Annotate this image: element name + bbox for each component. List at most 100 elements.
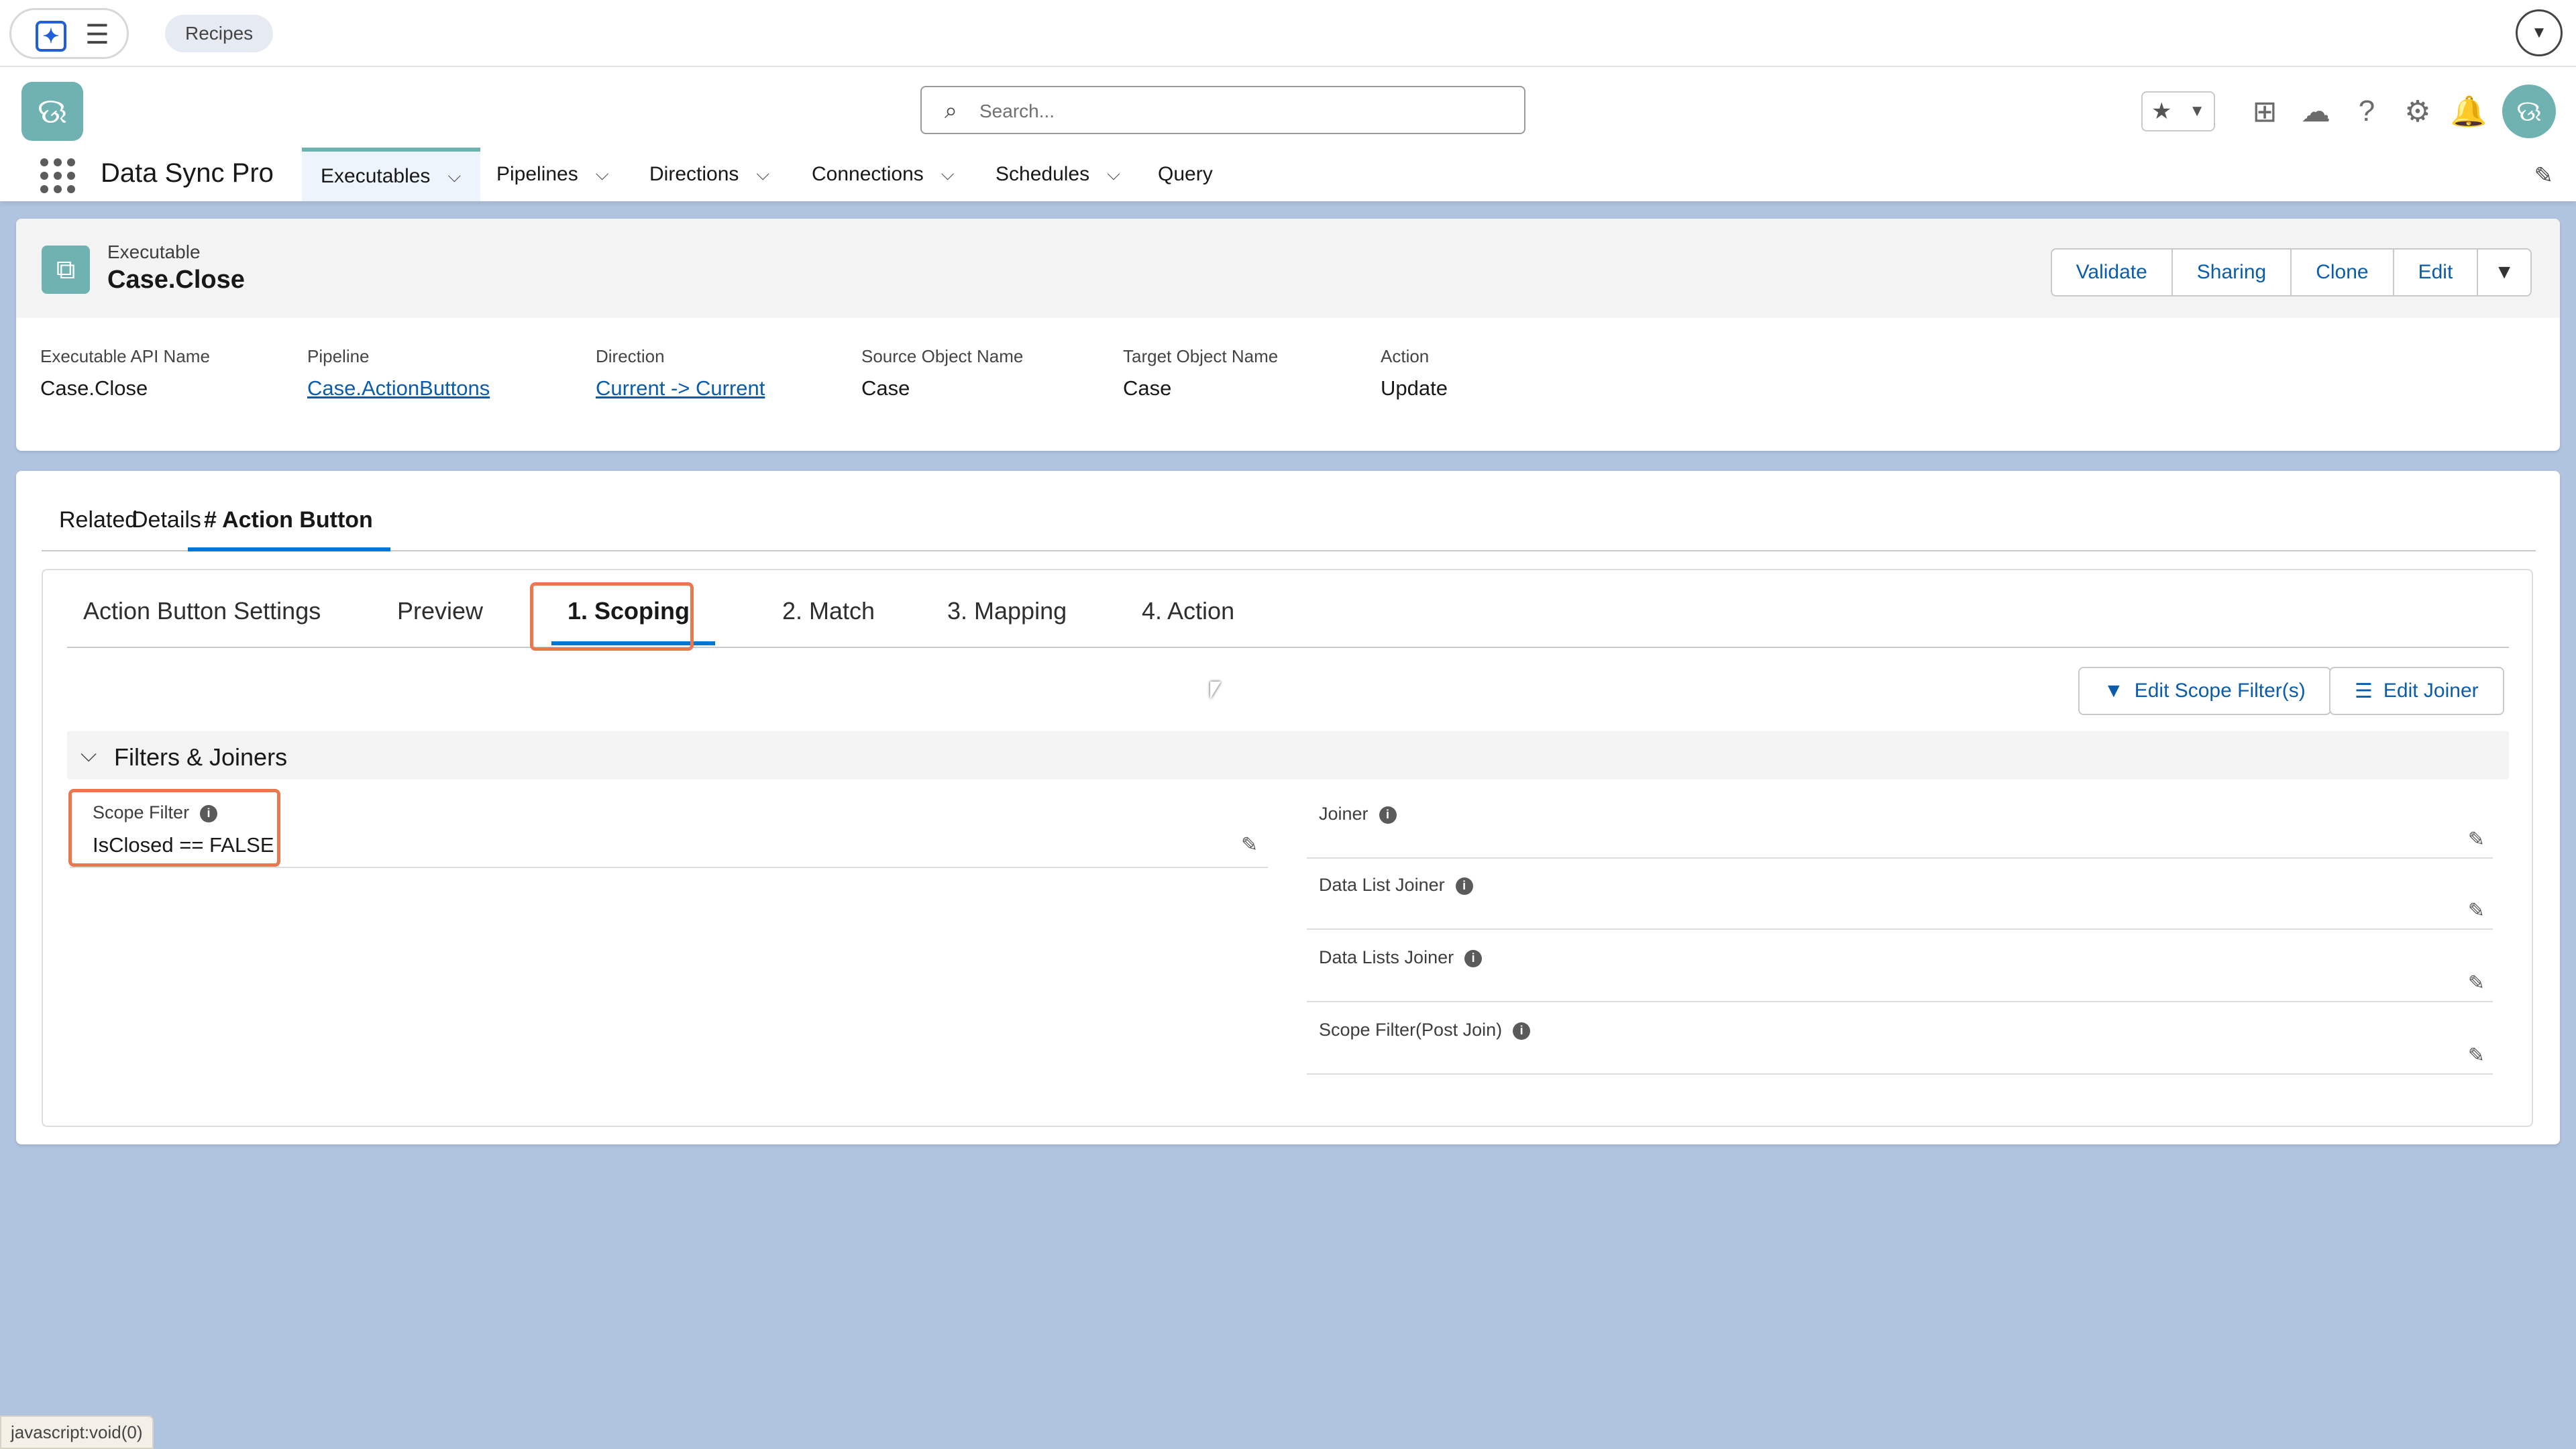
field-value: Update: [1381, 376, 1448, 400]
user-avatar[interactable]: ଊ: [2502, 85, 2556, 138]
nav-tab-label: Connections: [812, 163, 924, 185]
favorites-dropdown-icon[interactable]: ▼: [2189, 102, 2205, 121]
field-label: Direction: [596, 346, 665, 366]
browser-toolbar: ✦ ☰ Recipes ▼: [0, 0, 2576, 67]
record-tabs-card: Related Details # Action Button Action B…: [16, 471, 2560, 1144]
info-icon[interactable]: i: [1379, 806, 1397, 824]
joiner-label-wrap: Joiner i: [1319, 804, 1397, 824]
subtab-match[interactable]: 2. Match: [782, 597, 875, 625]
data-list-joiner-field: Data List Joiner i ✎: [1307, 859, 2493, 930]
field-label: Scope Filter(Post Join): [1319, 1020, 1503, 1040]
record-tabset: Related Details # Action Button: [42, 507, 2536, 551]
global-search-input[interactable]: ⌕ Search...: [920, 86, 1525, 134]
chevron-down-icon[interactable]: ⌵: [80, 742, 97, 767]
global-actions-add-icon[interactable]: ⊞: [2241, 87, 2289, 136]
nav-tab-directions[interactable]: Directions ⌵: [649, 148, 769, 201]
field-label: Data Lists Joiner: [1319, 947, 1454, 967]
scoping-tab-highlight: [530, 582, 694, 651]
chevron-down-icon[interactable]: ⌵: [447, 166, 461, 187]
field-label: Action: [1381, 346, 1430, 366]
subtab-action[interactable]: 4. Action: [1142, 597, 1234, 625]
field-direction: Direction Current -> Current: [596, 346, 765, 400]
app-header: ଊ ⌕ Search... ★ ▼ ⊞ ☁ ? ⚙ 🔔 ଊ Data Sync …: [0, 67, 2576, 201]
help-icon[interactable]: ?: [2343, 87, 2391, 136]
nav-tab-label: Pipelines: [496, 163, 578, 185]
org-logo: ଊ: [21, 82, 83, 141]
field-label: Target Object Name: [1123, 346, 1279, 366]
validate-button[interactable]: Validate: [2052, 250, 2173, 295]
scope-filter-highlight: [68, 789, 280, 867]
nav-tab-label: Query: [1158, 163, 1213, 185]
joiner-icon: ☰: [2355, 680, 2373, 702]
object-type-label: Executable: [107, 241, 201, 262]
hamburger-menu-icon[interactable]: ☰: [85, 19, 109, 50]
pipeline-link[interactable]: Case.ActionButtons: [307, 376, 490, 400]
edit-nav-pencil-icon[interactable]: ✎: [2534, 162, 2554, 189]
edit-pencil-icon[interactable]: ✎: [1241, 833, 1258, 857]
nav-tab-query[interactable]: Query: [1158, 148, 1213, 201]
chevron-down-icon[interactable]: ⌵: [596, 164, 609, 185]
field-label: Data List Joiner: [1319, 875, 1445, 895]
record-title: Case.Close: [107, 266, 245, 294]
scope-filter-post-join-field: Scope Filter(Post Join) i ✎: [1307, 1004, 2493, 1075]
chevron-down-icon[interactable]: ⌵: [941, 164, 955, 185]
scope-filter-post-join-label-wrap: Scope Filter(Post Join) i: [1319, 1020, 1531, 1040]
data-lists-joiner-label-wrap: Data Lists Joiner i: [1319, 947, 1483, 968]
chevron-down-icon[interactable]: ⌵: [756, 164, 769, 185]
assistant-menu-pill[interactable]: ✦ ☰: [9, 8, 129, 59]
app-launcher-icon[interactable]: [40, 158, 75, 193]
nav-tab-executables[interactable]: Executables ⌵: [302, 148, 480, 201]
field-value: Case.Close: [40, 376, 148, 400]
subtab-action-button-settings[interactable]: Action Button Settings: [83, 597, 321, 625]
edit-pencil-icon[interactable]: ✎: [2468, 971, 2485, 995]
joiner-field: Joiner i ✎: [1307, 788, 2493, 859]
info-icon[interactable]: i: [1455, 877, 1473, 895]
subtab-preview[interactable]: Preview: [397, 597, 483, 625]
edit-pencil-icon[interactable]: ✎: [2468, 899, 2485, 922]
app-name: Data Sync Pro: [101, 158, 274, 188]
utility-bar: ★ ▼ ⊞ ☁ ? ⚙ 🔔 ଊ: [2141, 85, 2556, 138]
filters-joiners-section-header[interactable]: ⌵ Filters & Joiners: [67, 731, 2509, 780]
field-label: Source Object Name: [861, 346, 1024, 366]
clone-button[interactable]: Clone: [2292, 250, 2394, 295]
more-actions-dropdown-icon[interactable]: ▼: [2478, 250, 2530, 295]
data-lists-joiner-field: Data Lists Joiner i ✎: [1307, 931, 2493, 1002]
sparkle-icon[interactable]: ✦: [36, 21, 66, 52]
chevron-down-icon[interactable]: ⌵: [1107, 164, 1120, 185]
trailhead-icon[interactable]: ☁: [2292, 87, 2340, 136]
section-title: Filters & Joiners: [114, 743, 288, 771]
edit-pencil-icon[interactable]: ✎: [2468, 828, 2485, 851]
info-icon[interactable]: i: [1464, 949, 1483, 967]
field-label: Joiner: [1319, 804, 1368, 824]
action-button-subtabs: Action Button Settings Preview 1. Scopin…: [67, 570, 2509, 648]
field-executable-api-name: Executable API Name Case.Close: [40, 346, 210, 400]
tab-related[interactable]: Related: [59, 507, 138, 551]
edit-pencil-icon[interactable]: ✎: [2468, 1044, 2485, 1067]
nav-tab-pipelines[interactable]: Pipelines ⌵: [496, 148, 608, 201]
edit-joiner-button[interactable]: ☰ Edit Joiner: [2329, 667, 2504, 715]
field-target-object-name: Target Object Name Case: [1123, 346, 1278, 400]
nav-tab-label: Schedules: [996, 163, 1090, 185]
subtab-mapping[interactable]: 3. Mapping: [947, 597, 1067, 625]
nav-tab-connections[interactable]: Connections ⌵: [812, 148, 955, 201]
notifications-bell-icon[interactable]: 🔔: [2445, 87, 2493, 136]
record-action-buttons: Validate Sharing Clone Edit ▼: [2050, 248, 2532, 297]
nav-tab-label: Directions: [649, 163, 739, 185]
recipes-chip[interactable]: Recipes: [165, 15, 274, 52]
field-source-object-name: Source Object Name Case: [861, 346, 1023, 400]
nav-tab-label: Executables: [321, 165, 431, 187]
edit-scope-filters-button[interactable]: ▼ Edit Scope Filter(s): [2078, 667, 2331, 715]
setup-gear-icon[interactable]: ⚙: [2394, 87, 2442, 136]
executable-object-icon: ⧉: [42, 246, 90, 294]
browser-dropdown-icon[interactable]: ▼: [2516, 9, 2563, 56]
filter-icon: ▼: [2104, 680, 2124, 702]
sharing-button[interactable]: Sharing: [2173, 250, 2292, 295]
favorites-button[interactable]: ★ ▼: [2141, 91, 2215, 131]
app-nav-bar: Data Sync Pro Executables ⌵ Pipelines ⌵ Di…: [0, 148, 2576, 201]
star-icon[interactable]: ★: [2151, 98, 2171, 125]
tab-action-button[interactable]: # Action Button: [188, 507, 390, 551]
direction-link[interactable]: Current -> Current: [596, 376, 765, 400]
edit-button[interactable]: Edit: [2394, 250, 2479, 295]
info-icon[interactable]: i: [1513, 1022, 1531, 1040]
nav-tab-schedules[interactable]: Schedules ⌵: [996, 148, 1120, 201]
